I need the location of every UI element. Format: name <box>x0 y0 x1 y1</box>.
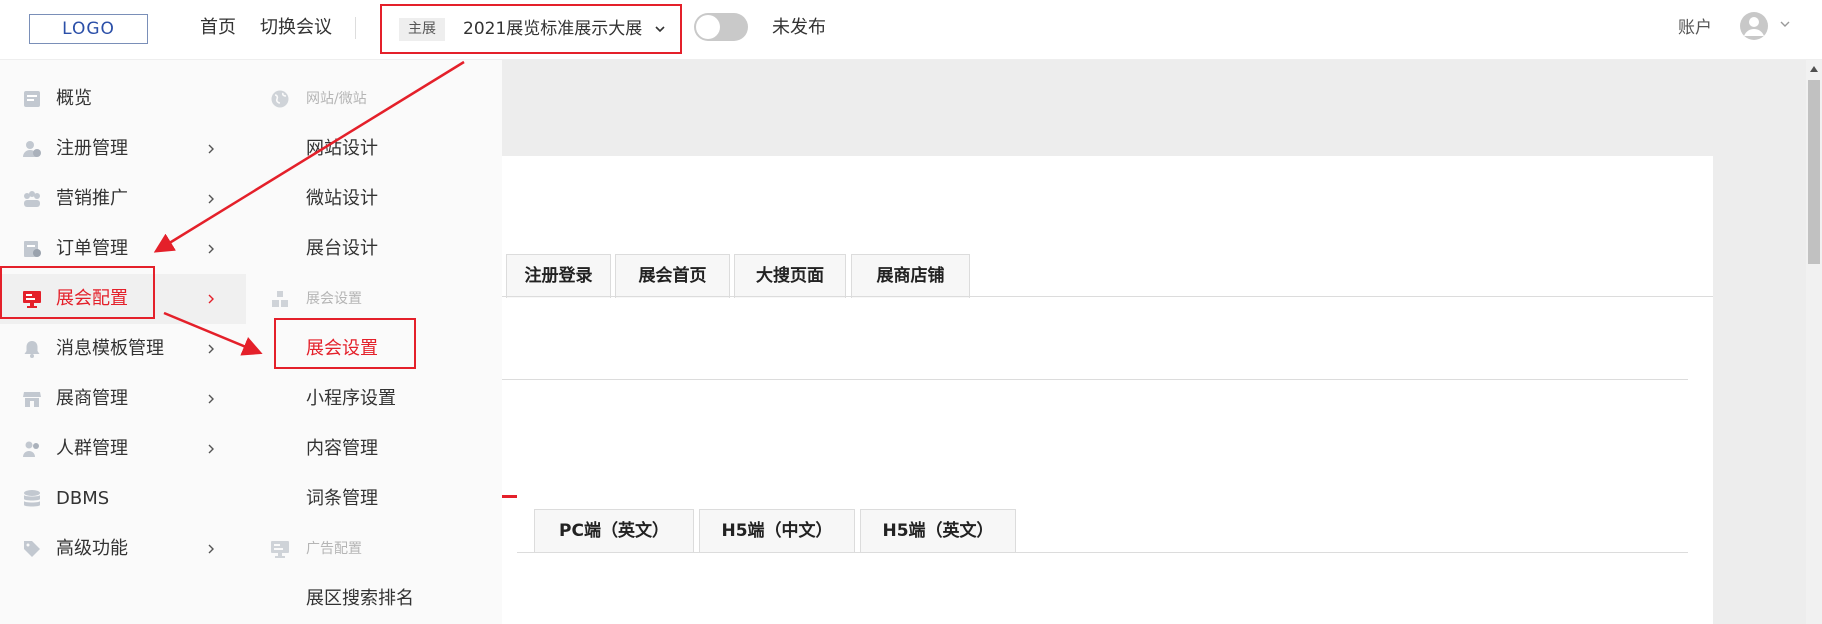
sidebar-item-marketing[interactable]: 营销推广 <box>0 174 246 224</box>
submenu-item-label: 词条管理 <box>306 488 378 509</box>
tab-h5-chinese[interactable]: H5端（中文） <box>699 509 855 553</box>
submenu-group-ad-config: 广告配置 <box>246 524 502 574</box>
chevron-down-icon[interactable] <box>1779 18 1791 30</box>
sidebar-item-label: 注册管理 <box>56 138 128 159</box>
submenu-item-booth-design[interactable]: 展台设计 <box>246 224 502 274</box>
submenu-group-website: 网站/微站 <box>246 74 502 124</box>
tab-h5-english[interactable]: H5端（英文） <box>860 509 1016 553</box>
submenu-item-label: 网站设计 <box>306 138 378 159</box>
sidebar-item-label: 高级功能 <box>56 538 128 559</box>
nav-home-link[interactable]: 首页 <box>200 0 236 56</box>
chevron-right-icon <box>208 294 214 304</box>
nav-switch-event-link[interactable]: 切换会议 <box>260 0 332 56</box>
tag-icon <box>24 541 40 557</box>
submenu-item-zone-search-ranking[interactable]: 展区搜索排名 <box>246 574 502 624</box>
ad-screen-icon <box>271 541 289 558</box>
sidebar-item-dbms[interactable]: DBMS <box>0 474 246 524</box>
avatar-icon[interactable] <box>1739 11 1769 41</box>
order-icon <box>24 241 41 257</box>
account-link[interactable]: 账户 <box>1678 0 1712 56</box>
sidebar-item-overview[interactable]: 概览 <box>0 74 246 124</box>
group-marketing-icon <box>24 191 40 207</box>
submenu-item-microsite-design[interactable]: 微站设计 <box>246 174 502 224</box>
event-selector[interactable]: 主展 2021展览标准展示大展 <box>380 4 682 54</box>
bell-icon <box>24 341 40 358</box>
highlight-box-submenu <box>274 318 416 369</box>
database-icon <box>24 490 40 507</box>
submenu-item-mini-program-settings[interactable]: 小程序设置 <box>246 374 502 424</box>
sidebar-item-label: 展商管理 <box>56 388 128 409</box>
submenu-group-title: 网站/微站 <box>306 91 367 107</box>
sidebar-item-label: DBMS <box>56 488 110 509</box>
top-bar: LOGO 首页 切换会议 主展 2021展览标准展示大展 未发布 账户 <box>0 0 1822 60</box>
chevron-right-icon <box>208 544 214 554</box>
scroll-up-arrow-icon[interactable] <box>1810 66 1818 72</box>
chevron-right-icon <box>208 244 214 254</box>
tab-event-home[interactable]: 展会首页 <box>615 254 730 298</box>
submenu-group-event-settings: 展会设置 <box>246 274 502 324</box>
submenu-item-label: 内容管理 <box>306 438 378 459</box>
sidebar-item-label: 概览 <box>56 88 92 109</box>
logo[interactable]: LOGO <box>29 14 148 44</box>
submenu-item-website-design[interactable]: 网站设计 <box>246 124 502 174</box>
submenu-group-title: 广告配置 <box>306 541 362 557</box>
nav-divider <box>355 17 356 39</box>
highlight-box-sidebar <box>0 266 155 319</box>
sidebar-item-exhibitors[interactable]: 展商管理 <box>0 374 246 424</box>
sidebar-item-audiences[interactable]: 人群管理 <box>0 424 246 474</box>
chevron-right-icon <box>208 144 214 154</box>
content-card <box>420 156 1713 624</box>
sidebar-item-message-templates[interactable]: 消息模板管理 <box>0 324 246 374</box>
store-icon <box>23 392 41 407</box>
platform-tabs-divider <box>517 552 1688 553</box>
blocks-icon <box>272 291 288 307</box>
event-type-tag: 主展 <box>399 18 445 41</box>
tab-search-page[interactable]: 大搜页面 <box>734 254 846 298</box>
submenu-item-term-management[interactable]: 词条管理 <box>246 474 502 524</box>
vertical-scrollbar[interactable] <box>1806 60 1822 624</box>
tab-exhibitor-shop[interactable]: 展商店铺 <box>851 254 970 298</box>
chevron-right-icon <box>208 194 214 204</box>
chevron-down-icon <box>655 26 665 33</box>
people-icon <box>23 441 39 457</box>
sidebar-item-label: 消息模板管理 <box>56 338 164 359</box>
submenu-item-label: 展台设计 <box>306 238 378 259</box>
user-register-icon <box>23 141 41 157</box>
app-window: 注册登录 展会首页 大搜页面 展商店铺 PC端（英文） H5端（中文） H5端（… <box>0 0 1822 624</box>
chevron-right-icon <box>208 444 214 454</box>
overview-icon <box>24 91 40 107</box>
submenu-item-label: 小程序设置 <box>306 388 396 409</box>
globe-icon <box>271 90 289 108</box>
tab-pc-english[interactable]: PC端（英文） <box>534 509 694 553</box>
section-divider <box>420 379 1688 380</box>
scroll-thumb[interactable] <box>1808 80 1820 264</box>
tab-register-login[interactable]: 注册登录 <box>506 254 611 298</box>
sidebar-item-label: 营销推广 <box>56 188 128 209</box>
submenu-item-label: 微站设计 <box>306 188 378 209</box>
sidebar-item-label: 人群管理 <box>56 438 128 459</box>
submenu-item-content-management[interactable]: 内容管理 <box>246 424 502 474</box>
toggle-knob <box>696 15 720 39</box>
chevron-right-icon <box>208 344 214 354</box>
publish-status-text: 未发布 <box>772 17 826 38</box>
sidebar-menu: 概览 注册管理 营销推广 订单管理 展会配置 消息模板管理 展商管理 人群管理 … <box>0 60 246 624</box>
submenu-item-label: 展区搜索排名 <box>306 588 414 609</box>
sidebar-item-registration[interactable]: 注册管理 <box>0 124 246 174</box>
submenu-group-title: 展会设置 <box>306 291 362 307</box>
publish-toggle[interactable] <box>694 13 748 41</box>
page-tabs-divider <box>420 296 1713 297</box>
event-name: 2021展览标准展示大展 <box>463 19 643 39</box>
sidebar-item-advanced[interactable]: 高级功能 <box>0 524 246 574</box>
chevron-right-icon <box>208 394 214 404</box>
